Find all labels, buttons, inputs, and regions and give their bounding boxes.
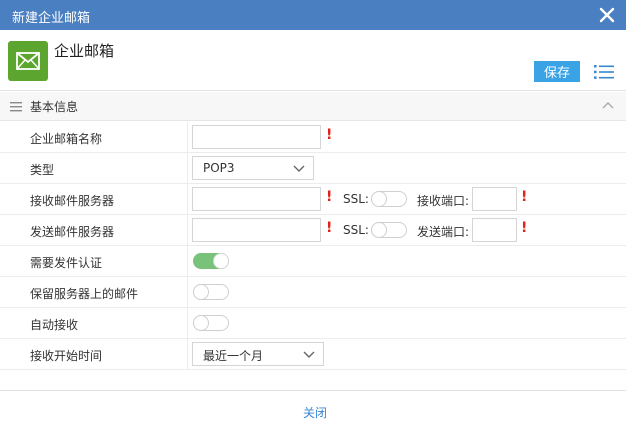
type-selected-value: POP3 [203, 161, 235, 175]
incoming-port-input[interactable] [472, 187, 517, 211]
section-basic-info: 基本信息 [0, 92, 626, 121]
type-label: 类型 [30, 163, 55, 177]
chevron-down-icon [303, 351, 315, 358]
outgoing-port-label: 发送端口: [417, 225, 470, 239]
incoming-port-label: 接收端口: [417, 194, 470, 208]
dialog-titlebar: 新建企业邮箱 [0, 0, 626, 30]
outgoing-server-label: 发送邮件服务器 [30, 225, 115, 239]
row-outgoing-server: 发送邮件服务器 ! SSL: 发送端口: ! [0, 215, 626, 246]
outgoing-server-input[interactable] [192, 218, 321, 242]
mailbox-name-input[interactable] [192, 125, 321, 149]
row-type: 类型 POP3 [0, 153, 626, 184]
save-button[interactable]: 保存 [534, 61, 580, 82]
dialog-title: 新建企业邮箱 [12, 11, 91, 26]
list-icon[interactable] [594, 64, 614, 80]
receive-start-select[interactable]: 最近一个月 [192, 342, 324, 366]
toggle-knob [213, 253, 229, 269]
outgoing-port-input[interactable] [472, 218, 517, 242]
row-keep-on-server: 保留服务器上的邮件 [0, 277, 626, 308]
required-mark: ! [521, 220, 528, 236]
toggle-knob [193, 315, 209, 331]
dialog-header: 企业邮箱 保存 [0, 30, 626, 91]
close-icon[interactable] [598, 6, 616, 24]
chevron-up-icon[interactable] [602, 101, 614, 109]
receive-start-selected-value: 最近一个月 [203, 349, 264, 363]
toggle-knob [193, 284, 209, 300]
divider [187, 215, 188, 246]
required-mark: ! [326, 189, 333, 205]
dialog-footer: 关闭 [0, 390, 626, 427]
mail-icon [16, 52, 40, 70]
incoming-server-label: 接收邮件服务器 [30, 194, 115, 208]
divider [187, 339, 188, 370]
toggle-knob [371, 191, 387, 207]
receive-start-label: 接收开始时间 [30, 349, 103, 363]
section-title: 基本信息 [30, 100, 79, 114]
app-title: 企业邮箱 [54, 42, 115, 60]
incoming-ssl-label: SSL: [343, 192, 369, 206]
toggle-knob [371, 222, 387, 238]
required-mark: ! [326, 220, 333, 236]
keep-on-server-label: 保留服务器上的邮件 [30, 287, 139, 301]
outgoing-ssl-label: SSL: [343, 223, 369, 237]
incoming-server-input[interactable] [192, 187, 321, 211]
divider [187, 277, 188, 308]
keep-on-server-toggle[interactable] [193, 284, 229, 300]
chevron-down-icon [293, 165, 305, 172]
required-mark: ! [326, 127, 333, 143]
incoming-ssl-toggle[interactable] [371, 191, 407, 207]
auto-receive-toggle[interactable] [193, 315, 229, 331]
auto-receive-label: 自动接收 [30, 318, 79, 332]
required-mark: ! [521, 189, 528, 205]
type-select[interactable]: POP3 [192, 156, 314, 180]
row-incoming-server: 接收邮件服务器 ! SSL: 接收端口: ! [0, 184, 626, 215]
requires-auth-toggle[interactable] [193, 253, 229, 269]
row-auto-receive: 自动接收 [0, 308, 626, 339]
close-button[interactable]: 关闭 [303, 404, 327, 421]
outgoing-ssl-toggle[interactable] [371, 222, 407, 238]
requires-auth-label: 需要发件认证 [30, 256, 103, 270]
divider [187, 308, 188, 339]
row-requires-auth: 需要发件认证 [0, 246, 626, 277]
divider [187, 122, 188, 153]
app-icon [8, 41, 48, 81]
mailbox-name-label: 企业邮箱名称 [30, 132, 103, 146]
row-mailbox-name: 企业邮箱名称 ! [0, 122, 626, 153]
divider [187, 246, 188, 277]
row-receive-start: 接收开始时间 最近一个月 [0, 339, 626, 370]
divider [187, 184, 188, 215]
menu-icon [10, 102, 22, 112]
divider [187, 153, 188, 184]
